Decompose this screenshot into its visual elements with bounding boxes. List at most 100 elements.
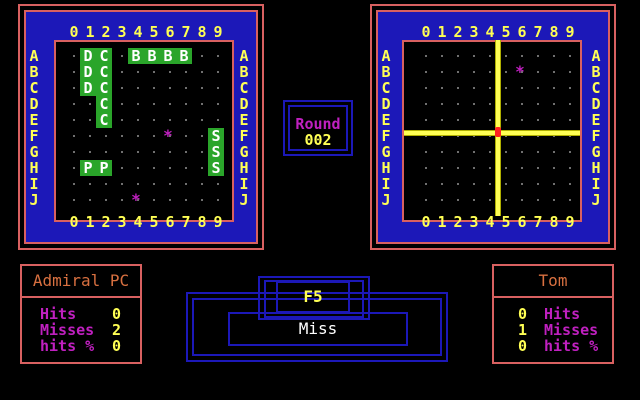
grid-cell[interactable] bbox=[441, 71, 443, 73]
grid-cell[interactable] bbox=[553, 55, 555, 57]
grid-cell[interactable] bbox=[537, 199, 539, 201]
grid-cell bbox=[105, 199, 107, 201]
grid-cell[interactable] bbox=[425, 87, 427, 89]
grid-cell[interactable] bbox=[489, 103, 491, 105]
grid-cell[interactable] bbox=[505, 199, 507, 201]
grid-cell[interactable] bbox=[537, 167, 539, 169]
grid-cell[interactable] bbox=[569, 71, 571, 73]
grid-cell[interactable] bbox=[553, 103, 555, 105]
grid-cell[interactable] bbox=[553, 119, 555, 121]
grid-cell[interactable] bbox=[569, 55, 571, 57]
grid-cell[interactable] bbox=[489, 71, 491, 73]
grid-cell[interactable] bbox=[441, 199, 443, 201]
grid-cell[interactable] bbox=[521, 119, 523, 121]
grid-cell[interactable] bbox=[473, 167, 475, 169]
grid-cell[interactable] bbox=[553, 167, 555, 169]
grid-cell[interactable] bbox=[569, 103, 571, 105]
grid-cell[interactable] bbox=[473, 183, 475, 185]
grid-cell[interactable] bbox=[457, 199, 459, 201]
grid-cell[interactable] bbox=[537, 119, 539, 121]
grid-cell bbox=[217, 87, 219, 89]
grid-cell[interactable] bbox=[425, 55, 427, 57]
grid-cell[interactable] bbox=[505, 103, 507, 105]
grid-cell[interactable] bbox=[457, 167, 459, 169]
grid-cell[interactable] bbox=[457, 71, 459, 73]
grid-cell[interactable] bbox=[441, 151, 443, 153]
grid-cell[interactable] bbox=[521, 199, 523, 201]
grid-cell[interactable] bbox=[505, 71, 507, 73]
grid-cell[interactable] bbox=[441, 87, 443, 89]
right-pct-label: hits % bbox=[544, 337, 599, 355]
grid-cell[interactable] bbox=[425, 183, 427, 185]
column-label: 7 bbox=[533, 213, 543, 231]
grid-cell[interactable] bbox=[537, 87, 539, 89]
grid-cell[interactable] bbox=[521, 167, 523, 169]
grid-cell[interactable] bbox=[425, 103, 427, 105]
grid-cell[interactable] bbox=[553, 71, 555, 73]
grid-cell[interactable] bbox=[521, 55, 523, 57]
grid-cell[interactable] bbox=[569, 183, 571, 185]
grid-cell[interactable] bbox=[553, 151, 555, 153]
grid-cell[interactable] bbox=[569, 151, 571, 153]
column-label: 5 bbox=[149, 213, 159, 231]
grid-cell[interactable] bbox=[489, 199, 491, 201]
grid-cell[interactable] bbox=[441, 119, 443, 121]
grid-cell[interactable] bbox=[457, 119, 459, 121]
grid-cell[interactable] bbox=[473, 87, 475, 89]
grid-cell[interactable] bbox=[569, 199, 571, 201]
grid-cell[interactable] bbox=[425, 167, 427, 169]
grid-cell[interactable] bbox=[505, 183, 507, 185]
grid-cell[interactable] bbox=[521, 183, 523, 185]
grid-cell[interactable] bbox=[489, 55, 491, 57]
grid-cell[interactable] bbox=[489, 87, 491, 89]
grid-cell[interactable] bbox=[473, 103, 475, 105]
grid-cell[interactable] bbox=[457, 151, 459, 153]
grid-cell[interactable] bbox=[505, 119, 507, 121]
column-label: 4 bbox=[485, 23, 495, 41]
grid-cell[interactable] bbox=[425, 71, 427, 73]
target-cursor[interactable] bbox=[495, 127, 501, 137]
grid-cell[interactable] bbox=[521, 87, 523, 89]
grid-cell[interactable] bbox=[489, 119, 491, 121]
grid-cell[interactable] bbox=[457, 87, 459, 89]
grid-cell[interactable] bbox=[457, 55, 459, 57]
grid-cell[interactable] bbox=[569, 167, 571, 169]
grid-cell[interactable] bbox=[473, 71, 475, 73]
grid-cell[interactable] bbox=[569, 119, 571, 121]
grid-cell[interactable] bbox=[473, 55, 475, 57]
ship-cell-c: C bbox=[96, 96, 112, 112]
grid-cell[interactable] bbox=[473, 119, 475, 121]
grid-cell[interactable] bbox=[489, 167, 491, 169]
grid-cell bbox=[169, 151, 171, 153]
grid-cell[interactable] bbox=[505, 55, 507, 57]
grid-cell[interactable] bbox=[473, 199, 475, 201]
grid-cell[interactable] bbox=[521, 151, 523, 153]
grid-cell[interactable] bbox=[441, 183, 443, 185]
grid-cell[interactable] bbox=[425, 199, 427, 201]
grid-cell[interactable] bbox=[521, 103, 523, 105]
grid-cell[interactable] bbox=[505, 87, 507, 89]
grid-cell[interactable] bbox=[425, 151, 427, 153]
grid-cell[interactable] bbox=[441, 167, 443, 169]
grid-cell[interactable] bbox=[489, 151, 491, 153]
grid-cell[interactable] bbox=[505, 167, 507, 169]
grid-cell[interactable] bbox=[505, 151, 507, 153]
grid-cell[interactable] bbox=[553, 199, 555, 201]
grid-cell[interactable] bbox=[553, 183, 555, 185]
grid-cell[interactable] bbox=[553, 87, 555, 89]
grid-cell[interactable] bbox=[489, 183, 491, 185]
grid-cell[interactable] bbox=[537, 103, 539, 105]
grid-cell[interactable] bbox=[537, 55, 539, 57]
grid-cell[interactable] bbox=[457, 103, 459, 105]
grid-cell[interactable] bbox=[441, 103, 443, 105]
grid-cell[interactable] bbox=[473, 151, 475, 153]
grid-cell[interactable] bbox=[537, 151, 539, 153]
column-label: 5 bbox=[149, 23, 159, 41]
grid-cell[interactable] bbox=[441, 55, 443, 57]
grid-cell[interactable] bbox=[569, 87, 571, 89]
grid-cell[interactable] bbox=[425, 119, 427, 121]
column-label: 0 bbox=[421, 213, 431, 231]
grid-cell[interactable] bbox=[537, 183, 539, 185]
grid-cell[interactable] bbox=[537, 71, 539, 73]
grid-cell[interactable] bbox=[457, 183, 459, 185]
